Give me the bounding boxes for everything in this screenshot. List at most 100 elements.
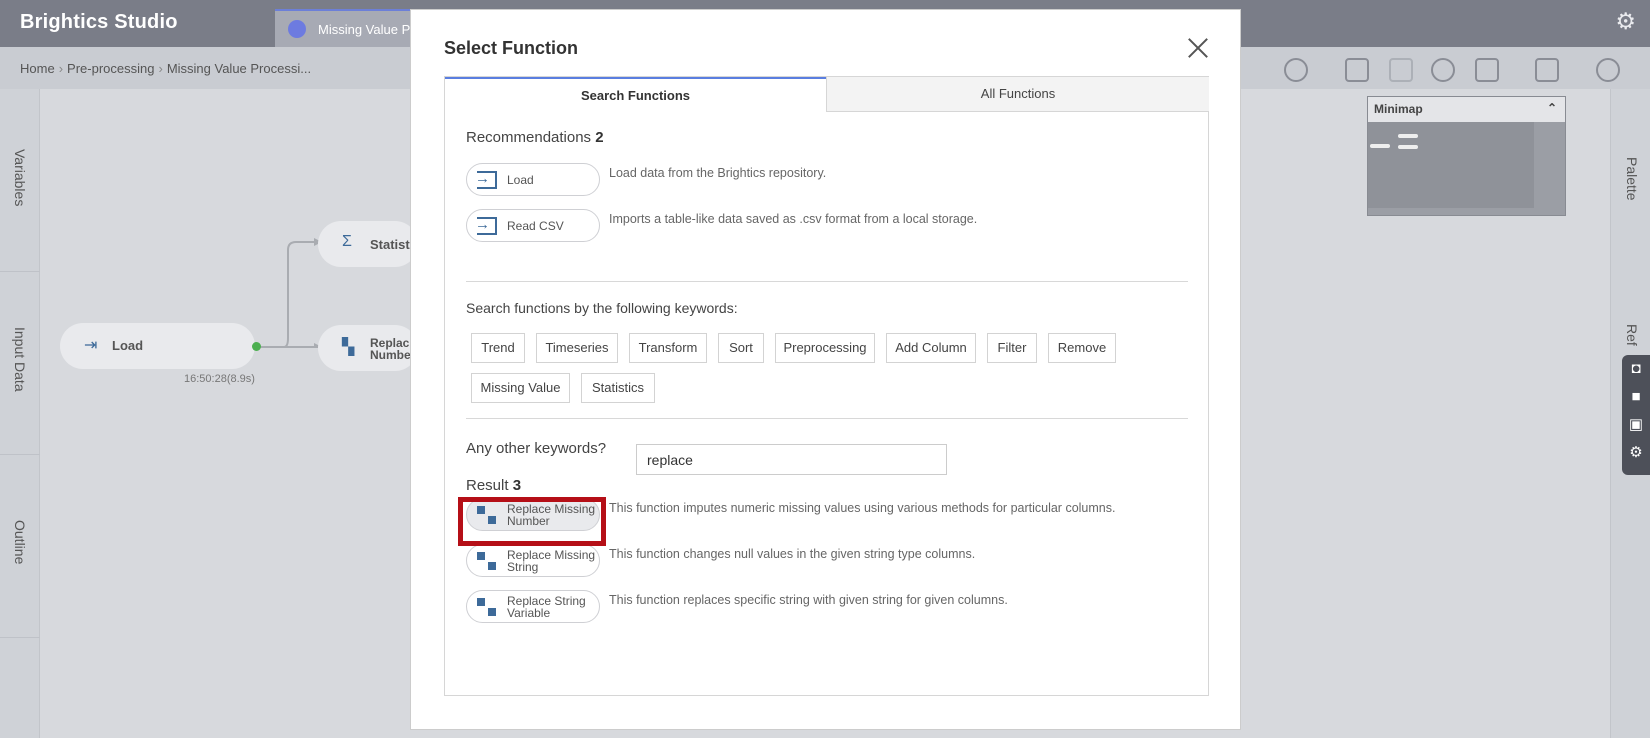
gallery-icon[interactable]: ▣ — [1622, 411, 1650, 439]
fn-replace-missing-string-button[interactable]: Replace Missing String — [466, 544, 600, 577]
keyword-trend[interactable]: Trend — [471, 333, 525, 363]
result-heading: Result 3 — [466, 477, 521, 494]
tab-outline[interactable]: Outline — [0, 455, 40, 638]
zoom-in-icon[interactable] — [1284, 58, 1308, 82]
replace-blocks-icon: ▚ — [342, 339, 355, 356]
keyword-preprocessing[interactable]: Preprocessing — [775, 333, 875, 363]
keyword-transform[interactable]: Transform — [629, 333, 707, 363]
replace-string-icon — [477, 598, 497, 616]
tab-input-data[interactable]: Input Data — [0, 272, 40, 455]
divider — [466, 281, 1188, 282]
document-tab-label: Missing Value Pr — [318, 22, 415, 37]
fn-replace-missing-number-desc: This function imputes numeric missing va… — [609, 501, 1116, 515]
variable-panel-icon[interactable] — [1535, 58, 1559, 82]
chevron-right-icon: › — [58, 61, 64, 76]
load-arrow-icon — [475, 216, 497, 235]
fn-name-line2: String — [507, 560, 539, 574]
breadcrumb-section[interactable]: Pre-processing — [67, 61, 154, 76]
fn-replace-missing-number-button[interactable]: Replace Missing Number — [466, 498, 600, 531]
run-icon[interactable] — [1596, 58, 1620, 82]
fn-replace-missing-string-label: Replace Missing String — [507, 549, 595, 573]
result-count: 3 — [512, 477, 522, 494]
keyword-add-column[interactable]: Add Column — [886, 333, 976, 363]
keyword-search-input[interactable] — [636, 444, 947, 475]
fn-replace-string-variable-button[interactable]: Replace String Variable — [466, 590, 600, 623]
fn-read-csv-label: Read CSV — [507, 219, 564, 233]
other-keywords-label: Any other keywords? — [466, 440, 607, 457]
fn-replace-string-variable-desc: This function replaces specific string w… — [609, 593, 1008, 607]
breadcrumb-page: Missing Value Processi... — [166, 61, 312, 76]
tab-search-functions[interactable]: Search Functions — [445, 77, 826, 112]
video-icon[interactable]: ■ — [1622, 383, 1650, 411]
breadcrumb-home[interactable]: Home — [20, 61, 55, 76]
keyword-missing-value[interactable]: Missing Value — [471, 373, 570, 403]
node-load[interactable]: ⇥ Load — [60, 323, 255, 369]
keyword-statistics[interactable]: Statistics — [581, 373, 655, 403]
tab-variables-label: Variables — [12, 149, 28, 207]
node-statistics-label: Statisti — [370, 237, 414, 252]
keyword-timeseries[interactable]: Timeseries — [536, 333, 618, 363]
tab-all-functions[interactable]: All Functions — [826, 77, 1209, 112]
fn-replace-missing-string-desc: This function changes null values in the… — [609, 547, 976, 561]
divider — [466, 418, 1188, 419]
function-panel: Search Functions All Functions Recommend… — [444, 76, 1209, 696]
clipboard-icon[interactable] — [1475, 58, 1499, 82]
camera-icon[interactable]: ◘ — [1622, 355, 1650, 383]
fn-load-desc: Load data from the Brightics repository. — [609, 166, 827, 180]
sigma-icon: Σ — [342, 233, 352, 250]
keyword-remove[interactable]: Remove — [1048, 333, 1116, 363]
keyword-filter[interactable]: Filter — [987, 333, 1037, 363]
workflow-icon — [288, 20, 306, 38]
load-arrow-icon: ⇥ — [84, 337, 98, 354]
fn-name-line2: Variable — [507, 606, 551, 620]
result-label: Result — [466, 477, 509, 494]
keywords-label: Search functions by the following keywor… — [466, 300, 738, 316]
history-icon[interactable] — [1431, 58, 1455, 82]
minimap-node — [1398, 145, 1418, 149]
redo-icon[interactable] — [1389, 58, 1413, 82]
minimap-viewport[interactable] — [1368, 122, 1534, 208]
minimap-title: Minimap — [1374, 102, 1423, 116]
fn-read-csv-desc: Imports a table-like data saved as .csv … — [609, 212, 978, 226]
close-icon[interactable] — [1187, 37, 1209, 59]
left-side-panel: Variables Input Data Outline — [0, 89, 40, 738]
minimap-node — [1398, 134, 1418, 138]
tab-outline-label: Outline — [12, 520, 28, 565]
recommendations-label: Recommendations — [466, 129, 592, 146]
minimap-node — [1370, 144, 1390, 148]
tab-input-data-label: Input Data — [12, 327, 28, 392]
minimap[interactable]: Minimap ⌃ — [1367, 96, 1566, 216]
minimap-header: Minimap ⌃ — [1368, 97, 1565, 122]
capture-toolbar: ◘ ■ ▣ ⚙ — [1622, 355, 1650, 475]
node-load-label: Load — [112, 338, 144, 353]
tab-palette[interactable]: Palette — [1624, 157, 1640, 201]
node-statistics[interactable]: Σ Statisti — [318, 221, 418, 267]
undo-icon[interactable] — [1345, 58, 1369, 82]
keyword-sort[interactable]: Sort — [718, 333, 764, 363]
node-load-time: 16:50:28(8.9s) — [184, 373, 255, 385]
tab-variables[interactable]: Variables — [0, 89, 40, 272]
fn-replace-string-variable-label: Replace String Variable — [507, 595, 586, 619]
chevron-up-icon[interactable]: ⌃ — [1547, 101, 1557, 115]
fn-replace-missing-number-label: Replace Missing Number — [507, 503, 595, 527]
app-logo: Brightics Studio — [20, 11, 178, 33]
chevron-right-icon: › — [158, 61, 163, 76]
fn-read-csv-button[interactable]: Read CSV — [466, 209, 600, 242]
tab-reference[interactable]: Ref — [1624, 324, 1640, 346]
workflow-links — [256, 238, 322, 348]
node-replace-label: Replac Numbe — [370, 336, 411, 362]
load-arrow-icon — [475, 170, 497, 189]
node-output-port[interactable] — [252, 342, 261, 351]
fn-load-button[interactable]: Load — [466, 163, 600, 196]
dialog-title: Select Function — [444, 38, 579, 58]
gear-icon[interactable]: ⚙ — [1622, 439, 1650, 467]
fn-load-label: Load — [507, 173, 534, 187]
settings-gear-icon[interactable]: ⚙ — [1615, 10, 1636, 33]
node-replace[interactable]: ▚ Replac Numbe — [318, 325, 418, 371]
recommendations-count: 2 — [595, 129, 604, 146]
breadcrumb: Home › Pre-processing › Missing Value Proces… — [20, 61, 311, 76]
document-tab[interactable]: Missing Value Pr — [275, 9, 415, 47]
recommendations-heading: Recommendations 2 — [466, 129, 604, 146]
replace-blocks-icon — [477, 506, 497, 524]
select-function-dialog: Select Function Search Functions All Fun… — [410, 9, 1241, 730]
